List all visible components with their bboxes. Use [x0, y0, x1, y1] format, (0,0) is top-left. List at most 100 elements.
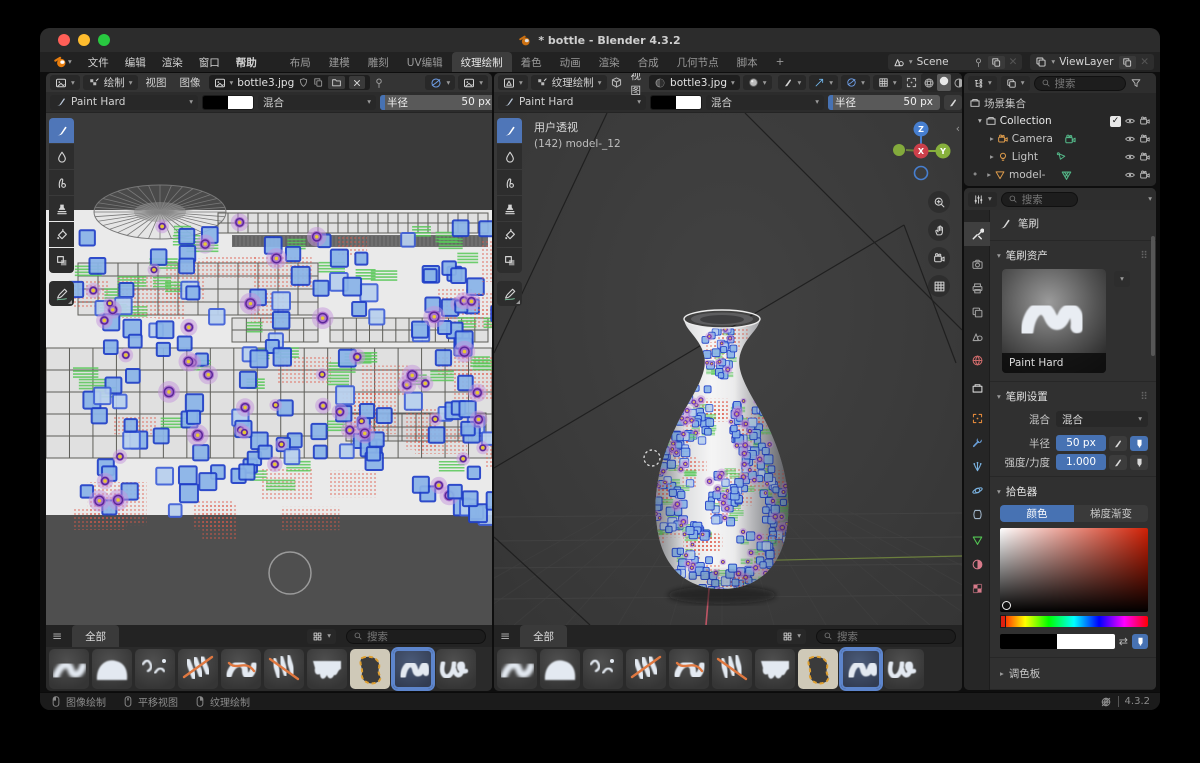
tab-collection[interactable]	[964, 376, 990, 400]
color-picker-panel-header[interactable]: ▾拾色器	[990, 480, 1156, 503]
workspace-tab-uv[interactable]: UV编辑	[398, 52, 452, 72]
brush-thumb[interactable]	[350, 649, 390, 689]
tool-draw[interactable]	[497, 118, 522, 143]
brush-thumb[interactable]	[540, 649, 580, 689]
outliner-search[interactable]: 搜索	[1034, 76, 1126, 91]
properties-search[interactable]: 搜索	[1001, 192, 1078, 207]
properties-scrollbar[interactable]	[1151, 236, 1155, 356]
radius-slider[interactable]: 半径50 px	[828, 95, 940, 110]
radius-pressure-button[interactable]	[1130, 436, 1148, 451]
gizmos-icon[interactable]	[905, 76, 918, 89]
outliner-row-camera[interactable]: ▸ Camera	[964, 130, 1156, 148]
disable-render-icon[interactable]	[1139, 169, 1151, 181]
palette-panel-collapsed[interactable]: ▸调色板	[990, 661, 1156, 686]
workspace-tab-compositing[interactable]: 合成	[629, 52, 668, 72]
open-image-icon[interactable]	[331, 77, 342, 88]
workspace-tab-sculpting[interactable]: 雕刻	[359, 52, 398, 72]
editor-type-button[interactable]: ▾	[498, 75, 528, 90]
tab-object[interactable]	[964, 406, 990, 430]
tab-particles[interactable]	[964, 454, 990, 478]
disable-render-icon[interactable]	[1139, 133, 1151, 145]
workspace-tab-rendering[interactable]: 渲染	[590, 52, 629, 72]
tool-fill[interactable]	[49, 222, 74, 247]
blend-dropdown[interactable]: 混合▾	[1056, 411, 1148, 427]
scene-selector[interactable]: ▾ Scene ✕	[888, 54, 1023, 70]
menu-edit[interactable]: 编辑	[117, 52, 154, 72]
tab-render[interactable]	[964, 252, 990, 276]
mask-dropdown[interactable]: ▾	[743, 75, 772, 90]
exclude-checkbox[interactable]: ✓	[1110, 116, 1121, 127]
blender-menu-button[interactable]: ▾	[46, 52, 80, 72]
outliner-display-mode[interactable]: ▾	[968, 76, 997, 91]
tool-mask[interactable]	[497, 248, 522, 273]
hide-eye-icon[interactable]	[1124, 151, 1136, 163]
tool-mask[interactable]	[49, 248, 74, 273]
tab-material[interactable]	[964, 552, 990, 576]
brush-thumb[interactable]	[626, 649, 666, 689]
properties-options[interactable]: ▾	[1148, 195, 1152, 203]
falloff-button[interactable]: ▾	[841, 75, 870, 90]
background-color[interactable]	[1057, 634, 1114, 649]
foreground-color[interactable]	[1000, 634, 1057, 649]
tool-annotate[interactable]	[49, 281, 74, 306]
tab-texture[interactable]	[964, 576, 990, 600]
tab-modifiers[interactable]	[964, 430, 990, 454]
display-channels-button[interactable]: ▾	[458, 75, 488, 90]
tab-physics[interactable]	[964, 478, 990, 502]
brush-thumb[interactable]	[393, 649, 433, 689]
tool-fill[interactable]	[497, 222, 522, 247]
outliner-filter-mode[interactable]: ▾	[1001, 76, 1030, 91]
tab-tool[interactable]	[964, 222, 990, 246]
wireframe-shading-icon[interactable]	[923, 77, 935, 89]
shelf-menu-icon[interactable]: ≡	[52, 629, 62, 643]
brush-thumb[interactable]	[841, 649, 881, 689]
radius-eyedrop-button[interactable]	[1109, 436, 1127, 451]
disable-render-icon[interactable]	[1139, 115, 1151, 127]
tool-smear[interactable]	[497, 170, 522, 195]
brush-thumb[interactable]	[135, 649, 175, 689]
brush-thumb[interactable]	[583, 649, 623, 689]
mode-dropdown[interactable]: 纹理绘制▾	[531, 75, 607, 90]
brush-thumb[interactable]	[669, 649, 709, 689]
image-datablock[interactable]: ▾ bottle3.jpg	[209, 75, 371, 90]
paint-mode-dropdown[interactable]: 绘制▾	[83, 75, 138, 90]
viewport-canvas[interactable]: 用户透视 (142) model-_12 ZYX ‹	[494, 113, 962, 625]
color-cursor[interactable]	[1002, 601, 1011, 610]
workspace-tab-scripting[interactable]: 脚本	[728, 52, 767, 72]
close-window-button[interactable]	[58, 34, 70, 46]
image-canvas[interactable]	[46, 113, 492, 625]
radius-slider[interactable]: 半径50 px	[380, 95, 492, 110]
outliner-row-scene-collection[interactable]: 场景集合	[964, 94, 1156, 112]
primary-color-swatch[interactable]	[651, 96, 676, 109]
hide-eye-icon[interactable]	[1124, 133, 1136, 145]
workspace-tab-animation[interactable]: 动画	[551, 52, 590, 72]
sidebar-collapse-arrow[interactable]: ‹	[956, 123, 960, 135]
viewport-scene[interactable]	[494, 113, 962, 625]
radius-pressure-button[interactable]	[944, 95, 962, 110]
hide-eye-icon[interactable]	[1124, 115, 1136, 127]
tool-clone[interactable]	[49, 196, 74, 221]
menu-window[interactable]: 窗口	[191, 52, 228, 72]
color-swatches[interactable]	[202, 95, 254, 110]
shelf-tab-all[interactable]: 全部	[72, 625, 119, 647]
primary-color-swatch[interactable]	[203, 96, 228, 109]
snap-button[interactable]: ▾	[809, 75, 838, 90]
menu-file[interactable]: 文件	[80, 52, 117, 72]
camera-view-button[interactable]	[928, 247, 950, 269]
menu-render[interactable]: 渲染	[154, 52, 191, 72]
shelf-display-button[interactable]: ▾	[777, 629, 806, 644]
brush-thumb[interactable]	[307, 649, 347, 689]
brush-thumb[interactable]	[497, 649, 537, 689]
filter-icon[interactable]	[1130, 77, 1142, 89]
shelf-tab-all[interactable]: 全部	[520, 625, 567, 647]
pin-image-icon[interactable]	[373, 77, 385, 89]
pin-icon[interactable]	[973, 57, 984, 68]
tool-annotate[interactable]	[497, 281, 522, 306]
navigation-gizmo[interactable]: ZYX	[888, 117, 954, 183]
tab-scene[interactable]	[964, 324, 990, 348]
blend-mode-dropdown[interactable]: 混合▾	[706, 95, 824, 110]
stylus-button[interactable]: ▾	[778, 75, 807, 90]
swap-colors-icon[interactable]: ⇄	[1119, 635, 1128, 648]
color-square[interactable]	[1000, 528, 1148, 612]
move-view-button[interactable]	[928, 219, 950, 241]
